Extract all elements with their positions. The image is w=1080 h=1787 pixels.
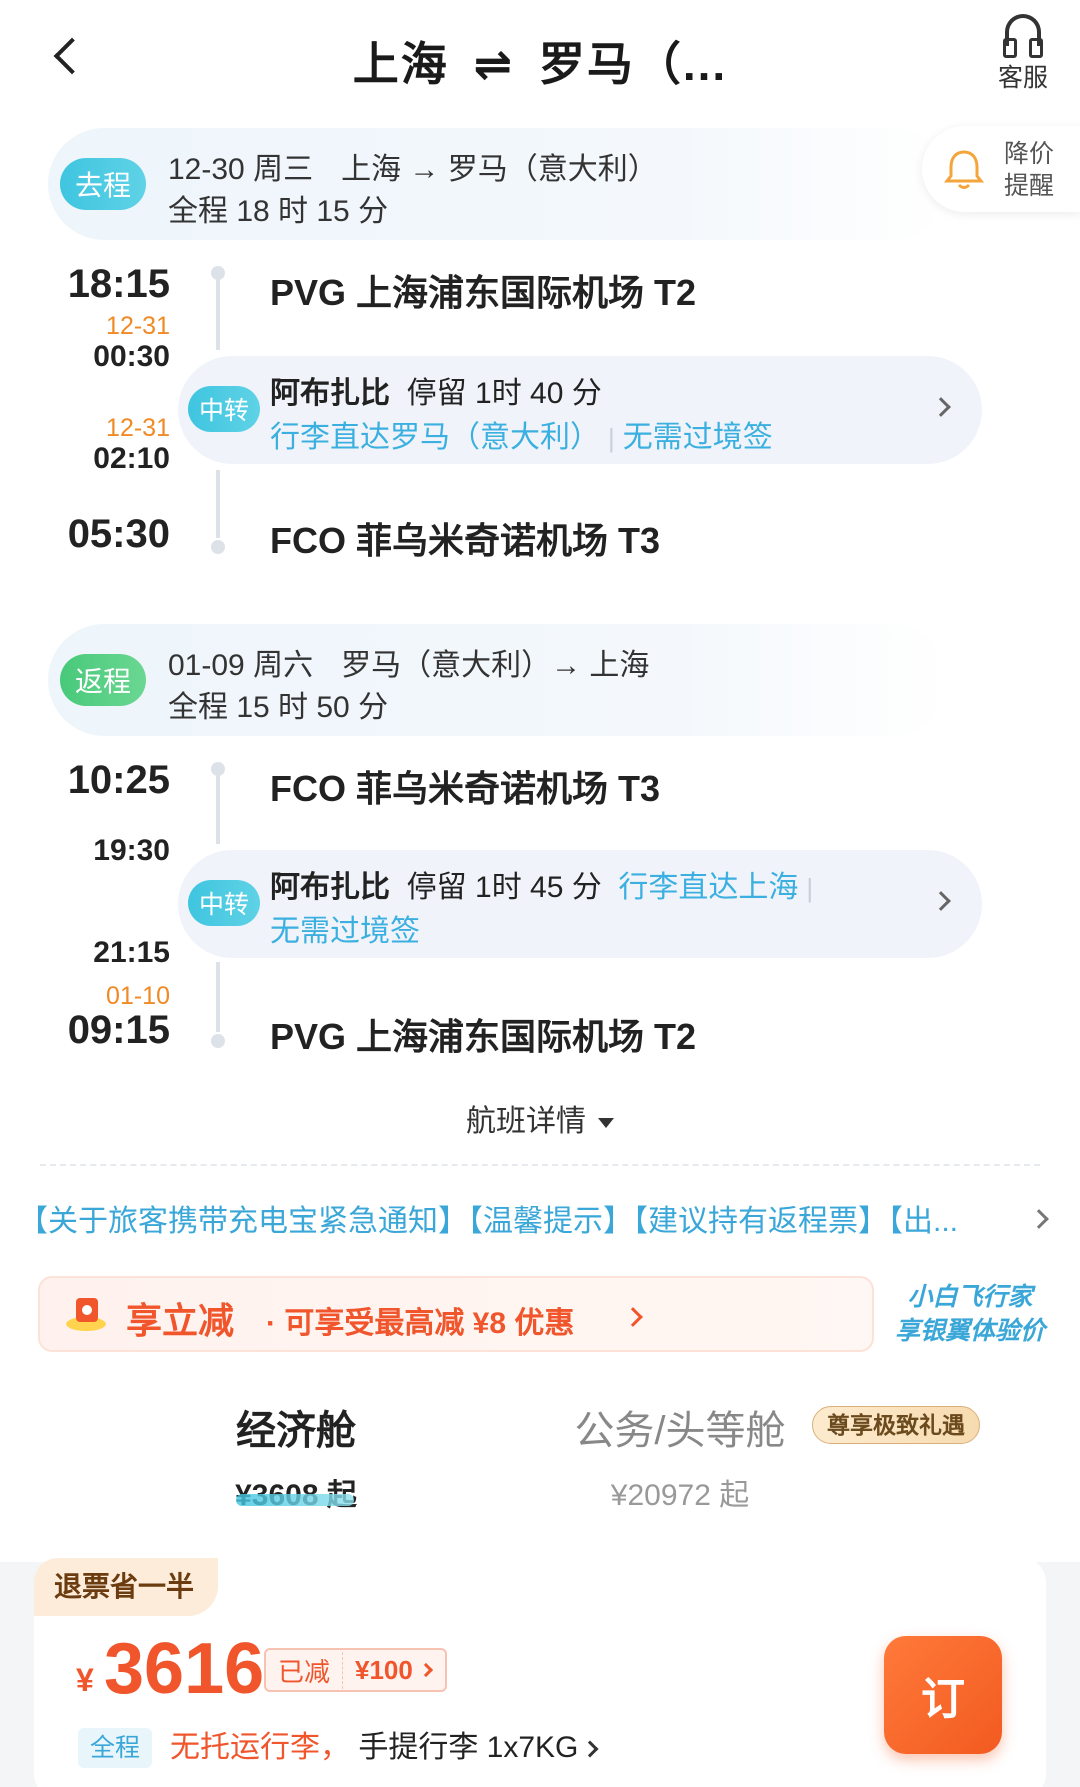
chevron-right-icon	[931, 891, 951, 911]
discount-label: 已减	[266, 1651, 344, 1689]
outbound-layover-arrive-date: 12-31	[106, 312, 170, 340]
divider	[40, 1164, 1040, 1166]
outbound-duration: 全程 18 时 15 分	[168, 195, 389, 228]
promo-subtitle: · 可享受最高减 ¥8 优惠	[266, 1307, 575, 1340]
transfer-baggage: 行李直达上海	[618, 871, 799, 904]
outbound-route: 上海 → 罗马（意大利）	[341, 153, 658, 186]
inbound-badge: 返程	[60, 654, 146, 706]
baggage-scope-tag: 全程	[78, 1728, 153, 1768]
transfer-visa: 无需过境签	[622, 421, 773, 454]
promo-title: 享立减	[126, 1300, 235, 1341]
transfer-info: 阿布扎比 停留 1时 45 分 行李直达上海 |	[270, 871, 814, 904]
outbound-arrive-time: 05:30	[67, 512, 170, 556]
inbound-arrive-time: 09:15	[67, 1008, 170, 1052]
inbound-date: 01-09 周六	[168, 649, 314, 682]
economy-price: ¥3608 起	[206, 1470, 386, 1514]
timeline-line	[216, 470, 220, 538]
notice-banner[interactable]: 【关于旅客携带充电宝紧急通知】【温馨提示】【建议持有返程票】【出...	[18, 1196, 1018, 1240]
price-alert-line2: 提醒	[1004, 172, 1055, 200]
timeline-line	[216, 772, 220, 844]
inbound-date-route: 01-09 周六 罗马（意大利）→ 上海	[168, 640, 649, 684]
outbound-layover-depart-time: 02:10	[93, 442, 170, 475]
swap-arrows-icon: ⇌	[473, 38, 515, 90]
chevron-right-icon	[581, 1740, 599, 1758]
inbound-route: 罗马（意大利）→ 上海	[341, 649, 650, 682]
headset-icon	[1003, 14, 1043, 58]
header-bar: 上海 ⇌ 罗马（... 客服	[0, 0, 1080, 120]
outbound-date: 12-30 周三	[168, 153, 314, 186]
outbound-date-route: 12-30 周三 上海 → 罗马（意大利）	[168, 144, 658, 188]
discount-value: ¥100	[355, 1654, 413, 1685]
book-button[interactable]: 订	[884, 1636, 1002, 1754]
outbound-badge: 去程	[60, 158, 146, 210]
vip-badge: 尊享极致礼遇	[812, 1406, 980, 1444]
inbound-arrive-date: 01-10	[106, 982, 170, 1010]
price-alert-button[interactable]: 降价 提醒	[922, 126, 1080, 212]
coupon-icon	[66, 1298, 106, 1331]
timeline-line	[216, 962, 220, 1032]
carry-on-baggage: 手提行李 1x7KG	[358, 1731, 579, 1764]
transfer-city: 阿布扎比	[270, 377, 390, 410]
discount-badge[interactable]: 已减 ¥100	[264, 1648, 447, 1692]
transfer-notes: 行李直达罗马（意大利） | 无需过境签	[270, 421, 773, 454]
caret-down-icon	[598, 1118, 614, 1129]
fare-price: 3616	[104, 1629, 265, 1709]
outbound-depart-airport: PVG 上海浦东国际机场 T2	[270, 272, 697, 313]
instant-discount-banner[interactable]: 享立减 · 可享受最高减 ¥8 优惠	[38, 1276, 874, 1352]
price-alert-line1: 降价	[1004, 140, 1055, 168]
flight-details-toggle[interactable]: 航班详情	[0, 1096, 1080, 1140]
brand-line2: 享银翼体验价	[894, 1317, 1045, 1345]
transfer-badge: 中转	[188, 880, 260, 926]
transfer-stay: 停留 1时 40 分	[406, 377, 602, 410]
title-destination: 罗马（...	[538, 38, 728, 90]
cabin-tabs-container	[0, 1372, 1080, 1562]
outbound-arrive-airport: FCO 菲乌米奇诺机场 T3	[270, 520, 661, 561]
page-title: 上海 ⇌ 罗马（...	[0, 28, 1080, 94]
customer-service-label: 客服	[997, 64, 1048, 92]
tab-business-first[interactable]: 公务/头等舱 ¥20972 起	[560, 1398, 800, 1514]
chevron-right-icon	[931, 397, 951, 417]
chevron-right-icon	[418, 1662, 433, 1678]
outbound-trip-header: 去程 12-30 周三 上海 → 罗马（意大利） 全程 18 时 15 分	[48, 128, 948, 240]
timeline-dot	[211, 540, 225, 554]
inbound-layover-arrive-time: 19:30	[93, 834, 170, 867]
title-origin: 上海	[352, 38, 449, 90]
outbound-depart-time: 18:15	[67, 262, 170, 306]
currency-symbol: ¥	[76, 1662, 94, 1698]
inbound-arrive-airport: PVG 上海浦东国际机场 T2	[270, 1016, 697, 1057]
transfer-visa: 无需过境签	[270, 915, 420, 948]
brand-logo: 小白飞行家 享银翼体验价	[890, 1280, 1050, 1348]
refund-tag: 退票省一半	[34, 1558, 219, 1616]
baggage-info[interactable]: 无托运行李， 手提行李 1x7KG	[170, 1728, 599, 1768]
timeline-dot	[211, 1034, 225, 1048]
inbound-depart-airport: FCO 菲乌米奇诺机场 T3	[270, 768, 661, 809]
chevron-right-icon[interactable]	[1029, 1209, 1049, 1229]
chevron-right-icon	[623, 1307, 643, 1327]
price-alert-label: 降价 提醒	[1004, 138, 1064, 202]
inbound-trip-header: 返程 01-09 周六 罗马（意大利）→ 上海 全程 15 时 50 分	[48, 624, 948, 736]
transfer-info: 阿布扎比 停留 1时 40 分	[270, 368, 602, 412]
no-checked-baggage: 无托运行李，	[170, 1731, 350, 1764]
outbound-layover-depart-date: 12-31	[106, 414, 170, 442]
economy-name: 经济舱	[236, 1409, 356, 1453]
business-name: 公务/头等舱	[574, 1409, 786, 1453]
outbound-layover-arrive-time: 00:30	[93, 340, 170, 373]
outbound-transfer-card[interactable]: 中转 阿布扎比 停留 1时 40 分 行李直达罗马（意大利） | 无需过境签	[178, 356, 982, 464]
customer-service-button[interactable]: 客服	[988, 14, 1058, 94]
inbound-depart-time: 10:25	[67, 758, 170, 802]
bell-icon	[943, 150, 985, 189]
business-price: ¥20972 起	[610, 1479, 750, 1512]
transfer-city: 阿布扎比	[270, 871, 390, 904]
transfer-badge: 中转	[188, 386, 260, 432]
inbound-layover-depart-time: 21:15	[93, 936, 170, 969]
inbound-transfer-card[interactable]: 中转 阿布扎比 停留 1时 45 分 行李直达上海 | 无需过境签	[178, 850, 982, 958]
brand-line1: 小白飞行家	[907, 1283, 1033, 1311]
transfer-baggage: 行李直达罗马（意大利）	[270, 421, 600, 454]
timeline-line	[216, 276, 220, 350]
flight-details-label: 航班详情	[466, 1105, 586, 1138]
inbound-duration: 全程 15 时 50 分	[168, 691, 389, 724]
transfer-stay: 停留 1时 45 分	[406, 871, 602, 904]
active-tab-indicator	[236, 1494, 354, 1506]
